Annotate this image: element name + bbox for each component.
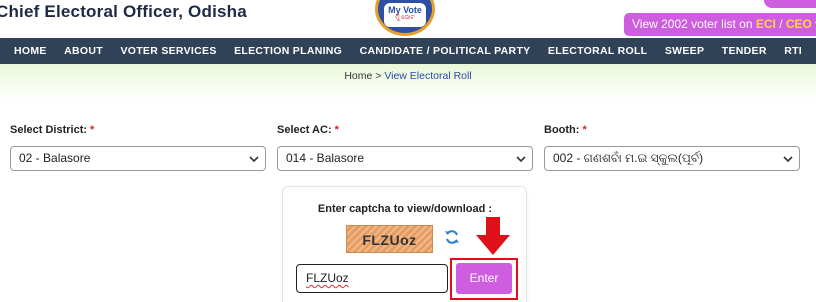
banner-prefix: View 2002 voter list on (632, 17, 756, 31)
booth-label: Booth: * (544, 124, 587, 136)
captcha-image: FLZUoz (346, 225, 433, 253)
district-select-value: 02 - Balasore (19, 151, 91, 165)
banner-eci-link[interactable]: ECI (756, 17, 776, 31)
logo-badge: My Vote ମୁଁ ଭୋଟ (384, 3, 426, 27)
top-right-pill[interactable] (764, 0, 816, 8)
breadcrumb-current[interactable]: View Electoral Roll (384, 70, 471, 82)
ac-select[interactable]: 014 - Balasore (277, 146, 533, 171)
nav-item-sweep[interactable]: SWEEP (658, 38, 710, 64)
site-header: Chief Electoral Officer, Odisha My Vote … (0, 0, 816, 38)
banner-ceo-link[interactable]: CEO (786, 17, 812, 31)
captcha-input[interactable]: FLZUoz (296, 264, 448, 293)
nav-item-electoral-roll[interactable]: ELECTORAL ROLL (541, 38, 653, 64)
voter-list-banner[interactable]: View 2002 voter list on ECI / CEO web (624, 13, 816, 36)
logo-title: My Vote (388, 5, 422, 15)
chevron-down-icon (516, 149, 526, 178)
nav-item-tender[interactable]: TENDER (715, 38, 773, 64)
district-label: Select District: * (10, 124, 94, 136)
nav-item-election-planing[interactable]: ELECTION PLANING (228, 38, 349, 64)
captcha-input-value: FLZUoz (306, 271, 349, 285)
logo-subtitle: ମୁଁ ଭୋଟ (395, 15, 415, 21)
ac-label-text: Select AC: (277, 124, 332, 136)
breadcrumb-band: Home > View Electoral Roll (0, 64, 816, 100)
nav-item-home[interactable]: HOME (7, 38, 53, 64)
banner-separator: / (775, 17, 786, 31)
captcha-title: Enter captcha to view/download : (317, 203, 493, 215)
district-select[interactable]: 02 - Balasore (10, 146, 266, 171)
ac-required-mark: * (334, 124, 339, 136)
banner-suffix: web (812, 17, 816, 31)
my-vote-logo[interactable]: My Vote ମୁଁ ଭୋଟ (375, 0, 435, 36)
booth-required-mark: * (582, 124, 587, 136)
chevron-down-icon (783, 149, 793, 178)
main-nav: HOME ABOUT VOTER SERVICES ELECTION PLANI… (0, 38, 816, 64)
nav-item-candidate-political-party[interactable]: CANDIDATE / POLITICAL PARTY (353, 38, 537, 64)
captcha-image-text: FLZUoz (362, 232, 417, 248)
chevron-down-icon (249, 149, 259, 178)
ac-select-value: 014 - Balasore (286, 151, 365, 165)
arrow-down-icon (475, 217, 511, 257)
district-label-text: Select District: (10, 124, 88, 136)
booth-select[interactable]: 002 - ଗଣଶବାଁ ମ.ଇ ସ୍କୁଲ(ପୂର୍ବ) (544, 146, 800, 171)
breadcrumb-home[interactable]: Home (344, 70, 372, 82)
breadcrumb-separator: > (372, 70, 385, 82)
site-title: Chief Electoral Officer, Odisha (0, 2, 247, 21)
refresh-icon[interactable] (444, 229, 460, 245)
district-required-mark: * (90, 124, 95, 136)
nav-item-voter-services[interactable]: VOTER SERVICES (114, 38, 223, 64)
nav-item-about[interactable]: ABOUT (58, 38, 110, 64)
booth-select-value: 002 - ଗଣଶବାଁ ମ.ଇ ସ୍କୁଲ(ପୂର୍ବ) (553, 151, 704, 165)
nav-item-rti[interactable]: RTI (778, 38, 809, 64)
breadcrumb: Home > View Electoral Roll (0, 70, 816, 82)
ac-label: Select AC: * (277, 124, 339, 136)
enter-button[interactable]: Enter (456, 263, 512, 294)
booth-label-text: Booth: (544, 124, 580, 136)
